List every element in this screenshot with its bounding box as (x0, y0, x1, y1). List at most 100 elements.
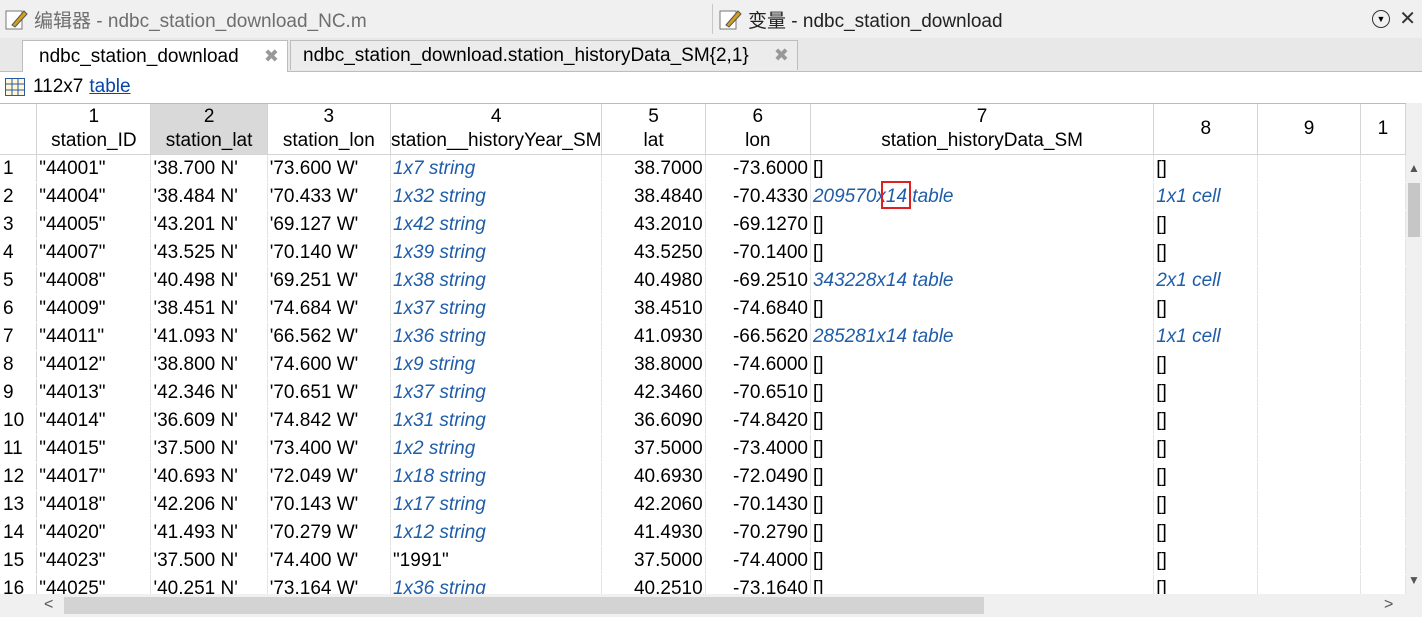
cell-lat[interactable]: 43.5250 (601, 238, 706, 267)
cell-lon[interactable]: -74.6000 (705, 350, 811, 379)
cell-history-data-2[interactable]: [] (1153, 518, 1259, 547)
cell-station-id[interactable]: "44011" (36, 322, 152, 351)
cell-lat[interactable]: 38.7000 (601, 154, 706, 183)
cell-lat[interactable]: 42.2060 (601, 490, 706, 519)
cell-station-lon[interactable]: '74.400 W' (267, 546, 391, 575)
cell-station-id[interactable]: "44014" (36, 406, 152, 435)
cell-history-year[interactable]: "1991" (390, 546, 603, 575)
cell-station-lat[interactable]: '41.493 N' (150, 518, 268, 547)
cell-station-id[interactable]: "44013" (36, 378, 152, 407)
cell-history-year[interactable]: 1x37 string (390, 294, 603, 323)
cell-history-data[interactable]: [] (810, 350, 1155, 379)
cell-history-year[interactable]: 1x12 string (390, 518, 603, 547)
cell-lon[interactable]: -74.6840 (705, 294, 811, 323)
cell-history-data-2[interactable]: 1x1 cell (1153, 182, 1259, 211)
row-header[interactable]: 1 (0, 154, 38, 183)
cell-lon[interactable]: -73.6000 (705, 154, 811, 183)
cell-station-lat[interactable]: '38.800 N' (150, 350, 268, 379)
cell-empty[interactable] (1257, 182, 1361, 211)
row-header[interactable]: 4 (0, 238, 38, 267)
cell-station-lon[interactable]: '74.684 W' (267, 294, 391, 323)
cell-empty[interactable] (1257, 462, 1361, 491)
cell-empty[interactable] (1257, 154, 1361, 183)
panel-close-icon[interactable]: ✕ (1399, 6, 1416, 31)
cell-empty[interactable] (1360, 238, 1406, 267)
variable-grid[interactable]: 1 station_ID 2 station_lat 3 station_lon 4 s… (0, 103, 1406, 595)
cell-history-data-2[interactable]: [] (1153, 154, 1259, 183)
cell-empty[interactable] (1360, 462, 1406, 491)
row-header[interactable]: 3 (0, 210, 38, 239)
scroll-thumb[interactable] (64, 597, 984, 614)
row-header[interactable]: 13 (0, 490, 38, 519)
column-header-selected[interactable]: 2 station_lat (150, 104, 268, 155)
row-header[interactable]: 7 (0, 322, 38, 351)
cell-lat[interactable]: 38.4840 (601, 182, 706, 211)
row-header[interactable]: 5 (0, 266, 38, 295)
cell-history-year[interactable]: 1x7 string (390, 154, 603, 183)
row-header[interactable]: 12 (0, 462, 38, 491)
cell-lat[interactable]: 42.3460 (601, 378, 706, 407)
horizontal-scrollbar[interactable]: < > (0, 594, 1422, 617)
cell-history-data[interactable]: [] (810, 434, 1155, 463)
cell-history-data-2[interactable]: [] (1153, 574, 1259, 595)
cell-station-id[interactable]: "44020" (36, 518, 152, 547)
cell-station-lon[interactable]: '73.600 W' (267, 154, 391, 183)
cell-history-data[interactable]: [] (810, 406, 1155, 435)
cell-history-data[interactable]: [] (810, 154, 1155, 183)
column-header[interactable]: 8 (1153, 104, 1259, 155)
cell-history-year[interactable]: 1x18 string (390, 462, 603, 491)
vertical-scrollbar[interactable]: ▲ ▼ (1406, 103, 1422, 594)
cell-empty[interactable] (1257, 546, 1361, 575)
cell-history-data-2[interactable]: [] (1153, 546, 1259, 575)
cell-lon[interactable]: -69.2510 (705, 266, 811, 295)
cell-lon[interactable]: -69.1270 (705, 210, 811, 239)
cell-station-lat[interactable]: '38.451 N' (150, 294, 268, 323)
cell-lat[interactable]: 40.4980 (601, 266, 706, 295)
cell-empty[interactable] (1360, 154, 1406, 183)
cell-history-year[interactable]: 1x37 string (390, 378, 603, 407)
tab-ndbc-station-download[interactable]: ndbc_station_download ✖ (22, 40, 288, 72)
cell-empty[interactable] (1360, 378, 1406, 407)
cell-station-lat[interactable]: '43.201 N' (150, 210, 268, 239)
cell-history-year[interactable]: 1x2 string (390, 434, 603, 463)
cell-lat[interactable]: 38.4510 (601, 294, 706, 323)
cell-station-lat[interactable]: '38.700 N' (150, 154, 268, 183)
cell-station-lat[interactable]: '37.500 N' (150, 546, 268, 575)
variables-panel-title[interactable]: 变量 - ndbc_station_download (714, 0, 1422, 38)
cell-empty[interactable] (1257, 266, 1361, 295)
cell-empty[interactable] (1257, 434, 1361, 463)
cell-lon[interactable]: -74.4000 (705, 546, 811, 575)
cell-lat[interactable]: 40.2510 (601, 574, 706, 595)
cell-history-data-2[interactable]: [] (1153, 238, 1259, 267)
column-header[interactable]: 5 lat (601, 104, 706, 155)
cell-history-data-2[interactable]: [] (1153, 378, 1259, 407)
cell-history-data[interactable]: [] (810, 462, 1155, 491)
cell-lon[interactable]: -70.1430 (705, 490, 811, 519)
cell-station-lon[interactable]: '69.251 W' (267, 266, 391, 295)
cell-lat[interactable]: 43.2010 (601, 210, 706, 239)
cell-empty[interactable] (1360, 322, 1406, 351)
column-header[interactable]: 1 station_ID (36, 104, 152, 155)
cell-station-lon[interactable]: '72.049 W' (267, 462, 391, 491)
cell-station-lat[interactable]: '42.206 N' (150, 490, 268, 519)
cell-station-lon[interactable]: '74.842 W' (267, 406, 391, 435)
cell-station-id[interactable]: "44012" (36, 350, 152, 379)
cell-history-year[interactable]: 1x9 string (390, 350, 603, 379)
cell-history-data[interactable]: [] (810, 518, 1155, 547)
cell-station-id[interactable]: "44005" (36, 210, 152, 239)
cell-station-id[interactable]: "44015" (36, 434, 152, 463)
cell-empty[interactable] (1257, 322, 1361, 351)
cell-history-year[interactable]: 1x36 string (390, 322, 603, 351)
row-header[interactable]: 16 (0, 574, 38, 595)
cell-lat[interactable]: 41.4930 (601, 518, 706, 547)
cell-station-lat[interactable]: '37.500 N' (150, 434, 268, 463)
cell-station-lon[interactable]: '70.279 W' (267, 518, 391, 547)
cell-empty[interactable] (1360, 490, 1406, 519)
cell-empty[interactable] (1360, 350, 1406, 379)
cell-station-id[interactable]: "44004" (36, 182, 152, 211)
cell-lon[interactable]: -70.1400 (705, 238, 811, 267)
cell-history-data-2[interactable]: [] (1153, 462, 1259, 491)
cell-station-id[interactable]: "44001" (36, 154, 152, 183)
cell-lat[interactable]: 36.6090 (601, 406, 706, 435)
cell-empty[interactable] (1360, 434, 1406, 463)
